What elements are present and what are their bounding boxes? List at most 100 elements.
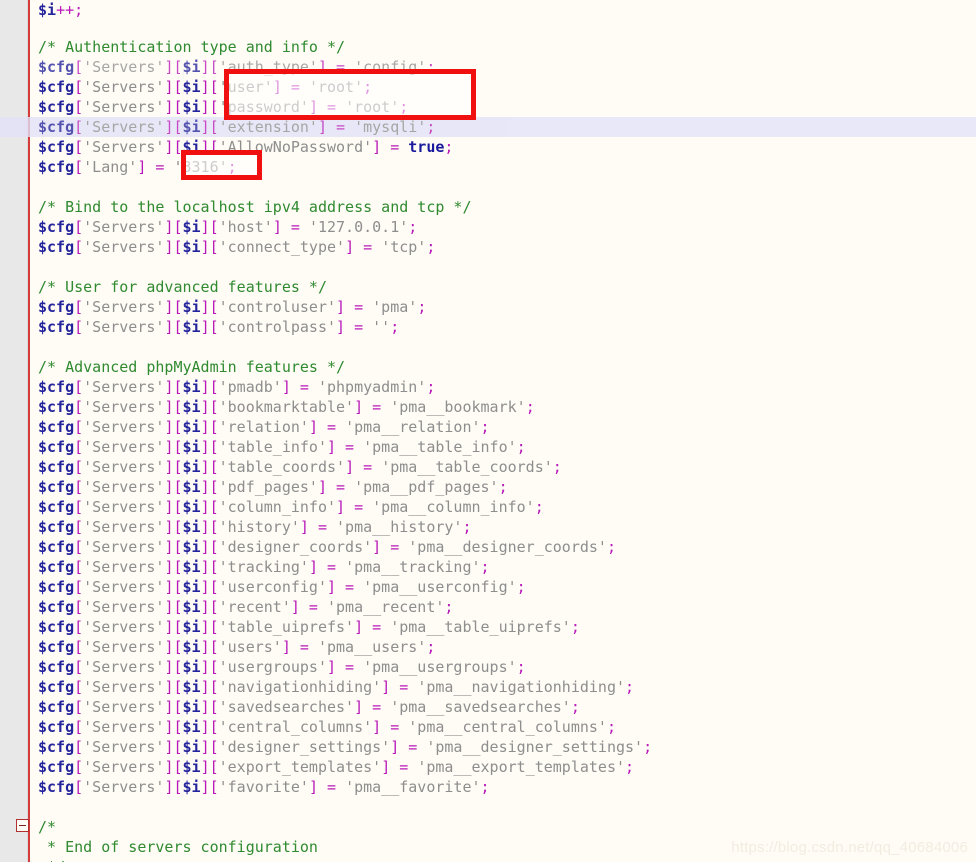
code-line[interactable]: $cfg['Servers'][$i]['savedsearches'] = '…	[0, 697, 976, 717]
code-token-str: 'favorite'	[218, 778, 309, 796]
code-token-str: 'navigationhiding'	[218, 678, 382, 696]
code-token-comment: /* Bind to the localhost ipv4 address an…	[38, 198, 472, 216]
code-token-var: $cfg	[38, 598, 75, 616]
code-line[interactable]: * End of servers configuration	[0, 837, 976, 857]
code-token-punct: ][	[164, 658, 183, 676]
code-token-var: $i	[182, 658, 201, 676]
code-line[interactable]: $i++;	[0, 0, 976, 20]
code-token-punct: ][	[164, 498, 183, 516]
code-token-str: 'pmadb'	[218, 378, 282, 396]
code-token-punct: [	[74, 678, 84, 696]
code-token-punct: ;	[498, 478, 508, 496]
code-token-punct: ;	[390, 318, 400, 336]
code-token-punct: ] =	[336, 498, 373, 516]
code-line[interactable]	[0, 177, 976, 197]
code-line[interactable]: /* Bind to the localhost ipv4 address an…	[0, 197, 976, 217]
code-line[interactable]: $cfg['Servers'][$i]['pdf_pages'] = 'pma_…	[0, 477, 976, 497]
code-line[interactable]: $cfg['Servers'][$i]['controlpass'] = '';	[0, 317, 976, 337]
code-token-punct: ;	[444, 598, 454, 616]
code-token-str: 'recent'	[218, 598, 291, 616]
code-token-punct: ;	[516, 578, 526, 596]
code-line[interactable]: $cfg['Servers'][$i]['password'] = 'root'…	[0, 97, 976, 117]
code-line[interactable]	[0, 257, 976, 277]
code-token-str: 'root'	[308, 78, 364, 96]
code-line[interactable]: $cfg['Servers'][$i]['designer_coords'] =…	[0, 537, 976, 557]
code-line[interactable]: $cfg['Servers'][$i]['table_uiprefs'] = '…	[0, 617, 976, 637]
code-token-var: $i	[182, 218, 201, 236]
code-line[interactable]: $cfg['Servers'][$i]['controluser'] = 'pm…	[0, 297, 976, 317]
code-line[interactable]: /* Authentication type and info */	[0, 37, 976, 57]
code-line-text: $cfg['Servers'][$i]['usergroups'] = 'pma…	[38, 658, 526, 676]
code-content-area[interactable]: $i++;/* Authentication type and info */$…	[0, 0, 976, 862]
code-token-str: 'pma__designer_settings'	[426, 738, 644, 756]
code-token-punct: ][	[164, 238, 183, 256]
code-token-var: $i	[182, 398, 201, 416]
code-token-var: $i	[182, 538, 201, 556]
code-token-punct: ][	[200, 738, 219, 756]
code-line-text: $cfg['Servers'][$i]['users'] = 'pma__use…	[38, 638, 435, 656]
code-line[interactable]: /* Advanced phpMyAdmin features */	[0, 357, 976, 377]
code-token-punct: ] =	[336, 318, 373, 336]
code-token-punct: ] =	[327, 658, 364, 676]
code-token-str: 'Servers'	[83, 778, 165, 796]
code-token-punct: ;	[480, 418, 490, 436]
code-line-text: /* Advanced phpMyAdmin features */	[38, 358, 345, 376]
code-line-text: $cfg['Servers'][$i]['extension'] = 'mysq…	[38, 118, 435, 136]
code-line[interactable]	[0, 797, 976, 817]
code-line-text: $cfg['Servers'][$i]['auth_type'] = 'conf…	[38, 58, 435, 76]
code-token-str: 'pdf_pages'	[218, 478, 318, 496]
code-line[interactable]: $cfg['Servers'][$i]['users'] = 'pma__use…	[0, 637, 976, 657]
code-line[interactable]: $cfg['Servers'][$i]['tracking'] = 'pma__…	[0, 557, 976, 577]
code-line[interactable]: $cfg['Servers'][$i]['extension'] = 'mysq…	[0, 117, 976, 137]
code-line[interactable]: $cfg['Servers'][$i]['recent'] = 'pma__re…	[0, 597, 976, 617]
code-token-var: $i	[38, 1, 57, 19]
code-token-punct: [	[74, 78, 84, 96]
code-line[interactable]: $cfg['Servers'][$i]['userconfig'] = 'pma…	[0, 577, 976, 597]
code-line[interactable]: */	[0, 857, 976, 862]
code-line[interactable]: $cfg['Servers'][$i]['table_coords'] = 'p…	[0, 457, 976, 477]
code-line[interactable]: $cfg['Servers'][$i]['bookmarktable'] = '…	[0, 397, 976, 417]
code-token-str: 'history'	[218, 518, 300, 536]
code-token-var: $cfg	[38, 238, 75, 256]
code-token-punct: ][	[200, 478, 219, 496]
code-line[interactable]: $cfg['Servers'][$i]['column_info'] = 'pm…	[0, 497, 976, 517]
code-line[interactable]: $cfg['Servers'][$i]['designer_settings']…	[0, 737, 976, 757]
code-line[interactable]: $cfg['Servers'][$i]['favorite'] = 'pma__…	[0, 777, 976, 797]
code-line[interactable]: $cfg['Servers'][$i]['connect_type'] = 't…	[0, 237, 976, 257]
code-line[interactable]: $cfg['Servers'][$i]['user'] = 'root';	[0, 77, 976, 97]
code-line[interactable]: $cfg['Servers'][$i]['AllowNoPassword'] =…	[0, 137, 976, 157]
code-line[interactable]: /*	[0, 817, 976, 837]
code-token-str: 'Servers'	[83, 398, 165, 416]
code-token-str: 'export_templates'	[218, 758, 382, 776]
code-line[interactable]: $cfg['Servers'][$i]['history'] = 'pma__h…	[0, 517, 976, 537]
code-line[interactable]: $cfg['Lang'] = '3316';	[0, 157, 976, 177]
code-line[interactable]: /* User for advanced features */	[0, 277, 976, 297]
code-line[interactable]: $cfg['Servers'][$i]['host'] = '127.0.0.1…	[0, 217, 976, 237]
code-token-punct: ][	[164, 118, 183, 136]
code-line-text: /* User for advanced features */	[38, 278, 327, 296]
code-token-punct: ][	[164, 398, 183, 416]
code-line[interactable]: $cfg['Servers'][$i]['export_templates'] …	[0, 757, 976, 777]
code-line[interactable]: $cfg['Servers'][$i]['auth_type'] = 'conf…	[0, 57, 976, 77]
code-token-comment: /*	[38, 818, 57, 836]
code-line[interactable]: $cfg['Servers'][$i]['navigationhiding'] …	[0, 677, 976, 697]
code-token-var: $cfg	[38, 738, 75, 756]
code-token-punct: ][	[200, 638, 219, 656]
code-line-text: $cfg['Servers'][$i]['controlpass'] = '';	[38, 318, 399, 336]
code-line[interactable]	[0, 337, 976, 357]
code-line[interactable]: $cfg['Servers'][$i]['table_info'] = 'pma…	[0, 437, 976, 457]
code-line[interactable]: $cfg['Servers'][$i]['usergroups'] = 'pma…	[0, 657, 976, 677]
code-token-punct: ][	[200, 118, 219, 136]
code-line[interactable]: $cfg['Servers'][$i]['central_columns'] =…	[0, 717, 976, 737]
code-line[interactable]: $cfg['Servers'][$i]['pmadb'] = 'phpmyadm…	[0, 377, 976, 397]
code-editor-window[interactable]: $i++;/* Authentication type and info */$…	[0, 0, 976, 862]
code-line[interactable]: $cfg['Servers'][$i]['relation'] = 'pma__…	[0, 417, 976, 437]
code-token-punct: ;	[426, 238, 436, 256]
code-token-punct: ][	[164, 698, 183, 716]
code-token-str: 'auth_type'	[218, 58, 318, 76]
code-token-punct: ;	[625, 678, 635, 696]
code-token-str: 'table_coords'	[218, 458, 346, 476]
code-token-punct: [	[74, 158, 84, 176]
code-token-punct: ;	[408, 218, 418, 236]
code-token-punct: ] =	[281, 638, 318, 656]
